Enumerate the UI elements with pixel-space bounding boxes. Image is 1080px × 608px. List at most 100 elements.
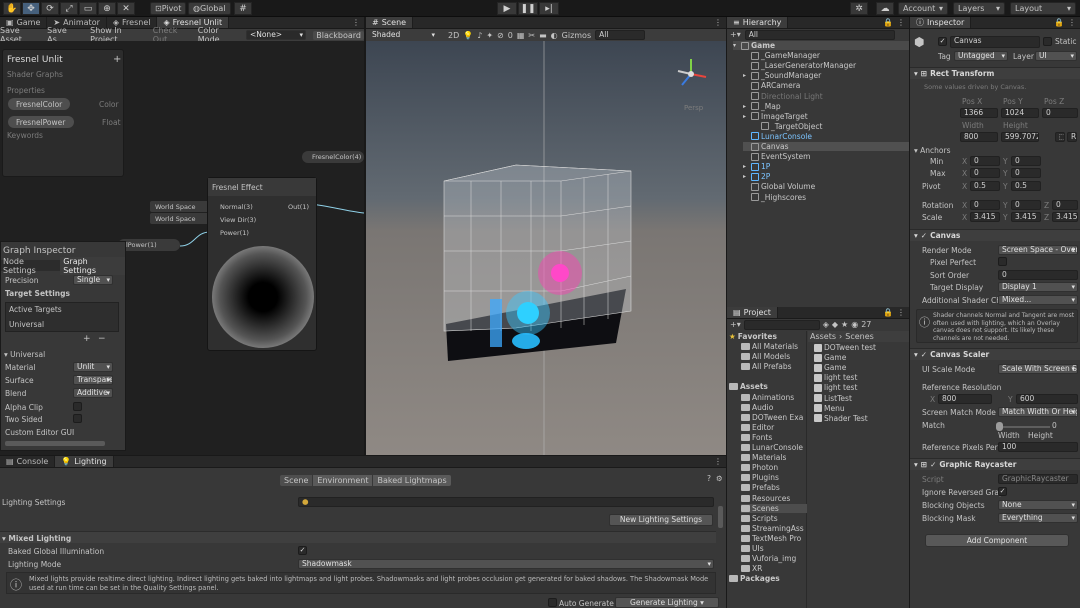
rotate-tool-icon[interactable]: ⟳ xyxy=(41,2,59,15)
visibility-icon[interactable]: ◉ xyxy=(851,320,858,329)
project-tree-item[interactable]: Materials xyxy=(741,453,807,462)
output-port[interactable]: Out(1) xyxy=(288,203,309,211)
settings-icon[interactable]: ⚙ xyxy=(716,474,723,483)
hierarchy-item[interactable]: ARCamera xyxy=(743,81,909,90)
breadcrumb-assets[interactable]: Assets xyxy=(810,332,836,341)
input-port-normal[interactable]: Normal(3) xyxy=(220,203,253,211)
project-file-item[interactable]: Menu xyxy=(814,404,845,413)
input-port-power[interactable]: Power(1) xyxy=(220,229,249,237)
project-tree-item[interactable]: Plugins xyxy=(741,473,807,482)
anchor-min-x-field[interactable]: 0 xyxy=(970,156,1000,166)
project-tree-item[interactable]: All Prefabs xyxy=(741,362,807,371)
project-file-item[interactable]: light test xyxy=(814,383,857,392)
subtab-baked-lightmaps[interactable]: Baked Lightmaps xyxy=(373,474,451,486)
gizmos-dropdown[interactable]: Gizmos xyxy=(562,31,591,40)
tag-dropdown[interactable]: Untagged xyxy=(954,51,1008,61)
project-tree-item[interactable]: StreamingAss xyxy=(741,524,807,533)
posy-field[interactable]: 1024 xyxy=(1001,108,1039,118)
more-icon[interactable]: ⋮ xyxy=(714,17,726,28)
project-tree-item[interactable]: ★ Favorites xyxy=(729,332,807,341)
project-tree-item[interactable]: All Materials xyxy=(741,342,807,351)
universal-section[interactable]: ▾ Universal xyxy=(4,350,45,359)
chevron-right-icon[interactable]: ▸ xyxy=(743,173,749,180)
project-tree-item[interactable]: Fonts xyxy=(741,433,807,442)
project-tree-item[interactable]: Prefabs xyxy=(741,483,807,492)
cloud-icon[interactable]: ☁ xyxy=(876,2,894,15)
match-value[interactable]: 0 xyxy=(1052,421,1057,430)
breadcrumb-scenes[interactable]: Scenes xyxy=(845,332,874,341)
tab-graph-settings[interactable]: Graph Settings xyxy=(60,256,125,275)
tab-node-settings[interactable]: Node Settings xyxy=(1,257,60,275)
move-tool-icon[interactable]: ✥ xyxy=(22,2,40,15)
project-tree-item[interactable]: Resources xyxy=(741,494,807,503)
project-tree-item[interactable]: Scenes xyxy=(741,503,807,513)
project-tree-item[interactable]: Assets xyxy=(729,382,807,391)
reference-ppu-field[interactable]: 100 xyxy=(998,442,1078,452)
project-tree-item[interactable]: Editor xyxy=(741,423,807,432)
add-target-icon[interactable]: + xyxy=(83,334,91,344)
chevron-right-icon[interactable]: ▾ xyxy=(733,42,739,49)
world-space-node-2[interactable]: World Space xyxy=(150,213,210,224)
ignore-reversed-checkbox[interactable]: ✓ xyxy=(998,487,1007,496)
account-dropdown[interactable]: Account ▾ xyxy=(898,2,948,15)
layers-dropdown[interactable]: Layers ▾ xyxy=(953,2,1005,15)
anchor-min-y-field[interactable]: 0 xyxy=(1011,156,1041,166)
transform-tool-icon[interactable]: ⊕ xyxy=(98,2,116,15)
grid-snap-icon[interactable]: # xyxy=(234,2,252,15)
filter-type-icon[interactable]: ◈ xyxy=(823,320,829,329)
project-file-item[interactable]: Shader Test xyxy=(814,414,868,423)
hierarchy-item[interactable]: ▸ 1P xyxy=(743,162,909,171)
project-tree-item[interactable]: UIs xyxy=(741,544,807,553)
lock-icon[interactable]: 🔒 xyxy=(883,308,893,317)
render-mode-dropdown[interactable]: Screen Space - Overlay xyxy=(998,245,1078,255)
chevron-right-icon[interactable]: ▸ xyxy=(743,103,749,110)
alpha-clip-checkbox[interactable] xyxy=(73,402,82,411)
persp-label[interactable]: Persp xyxy=(684,104,703,112)
tools-icon[interactable]: ✂ xyxy=(528,31,535,40)
subtab-scene[interactable]: Scene xyxy=(280,474,313,486)
collab-icon[interactable]: ✲ xyxy=(850,2,868,15)
audio-toggle-icon[interactable]: ♪ xyxy=(477,31,482,40)
canvas-scaler-header[interactable]: ▾ ✓ Canvas Scaler xyxy=(910,348,1080,360)
lock-icon[interactable]: 🔒 xyxy=(1054,18,1064,27)
orientation-gizmo[interactable] xyxy=(677,59,707,86)
additional-shader-dropdown[interactable]: Mixed... xyxy=(998,295,1078,305)
tab-project[interactable]: ▤ Project xyxy=(727,307,778,318)
hierarchy-item[interactable]: Directional Light xyxy=(743,92,909,101)
project-tree-item[interactable]: Animations xyxy=(741,393,807,402)
hierarchy-search[interactable]: All xyxy=(744,29,895,40)
project-file-item[interactable]: Game xyxy=(814,353,846,362)
project-search-input[interactable] xyxy=(743,319,820,330)
chevron-right-icon[interactable]: ▸ xyxy=(743,113,749,120)
help-icon[interactable]: ? xyxy=(707,474,711,483)
pivot-x-field[interactable]: 0.5 xyxy=(970,181,1000,191)
horizontal-scrollbar[interactable] xyxy=(5,441,105,446)
graphic-raycaster-header[interactable]: ▾ ⊞ ✓ Graphic Raycaster xyxy=(910,458,1080,470)
custom-tool-icon[interactable]: ✕ xyxy=(117,2,135,15)
fresnel-effect-node[interactable]: Fresnel Effect Normal(3) View Dir(3) Pow… xyxy=(207,177,317,351)
rect-transform-header[interactable]: ▾ ⊞ Rect Transform xyxy=(910,67,1080,79)
target-universal[interactable]: Universal xyxy=(9,320,44,329)
tab-hierarchy[interactable]: ≡ Hierarchy xyxy=(727,17,789,28)
lighting-settings-field[interactable]: ● xyxy=(298,497,714,507)
chevron-right-icon[interactable]: ▸ xyxy=(743,72,749,79)
lock-icon[interactable]: 🔒 xyxy=(883,18,893,27)
hierarchy-item[interactable]: ▸ _SoundManager xyxy=(743,71,909,80)
scale-x-field[interactable]: 3.415 xyxy=(970,212,1000,222)
blueprint-mode-icon[interactable]: ⬚ xyxy=(1055,132,1065,142)
enabled-check-icon[interactable]: ✓ xyxy=(921,350,927,359)
hierarchy-item[interactable]: ▸ 2P xyxy=(743,172,909,181)
tab-lighting[interactable]: 💡 Lighting xyxy=(55,456,114,467)
project-file-item[interactable]: light test xyxy=(814,373,857,382)
rotation-y-field[interactable]: 0 xyxy=(1011,200,1041,210)
project-tree-item[interactable]: Vuforia_img xyxy=(741,554,807,563)
ui-scale-mode-dropdown[interactable]: Scale With Screen Size xyxy=(998,364,1078,374)
canvas-header[interactable]: ▾ ✓ Canvas xyxy=(910,229,1080,241)
blend-dropdown[interactable]: Additive xyxy=(73,388,113,398)
precision-dropdown[interactable]: Single xyxy=(73,275,113,285)
project-file-item[interactable]: ListTest xyxy=(814,394,852,403)
hierarchy-item[interactable]: ▸ _Map xyxy=(743,102,909,111)
target-display-dropdown[interactable]: Display 1 xyxy=(998,282,1078,292)
project-file-item[interactable]: DOTween test xyxy=(814,343,876,352)
project-tree-item[interactable]: Photon xyxy=(741,463,807,472)
